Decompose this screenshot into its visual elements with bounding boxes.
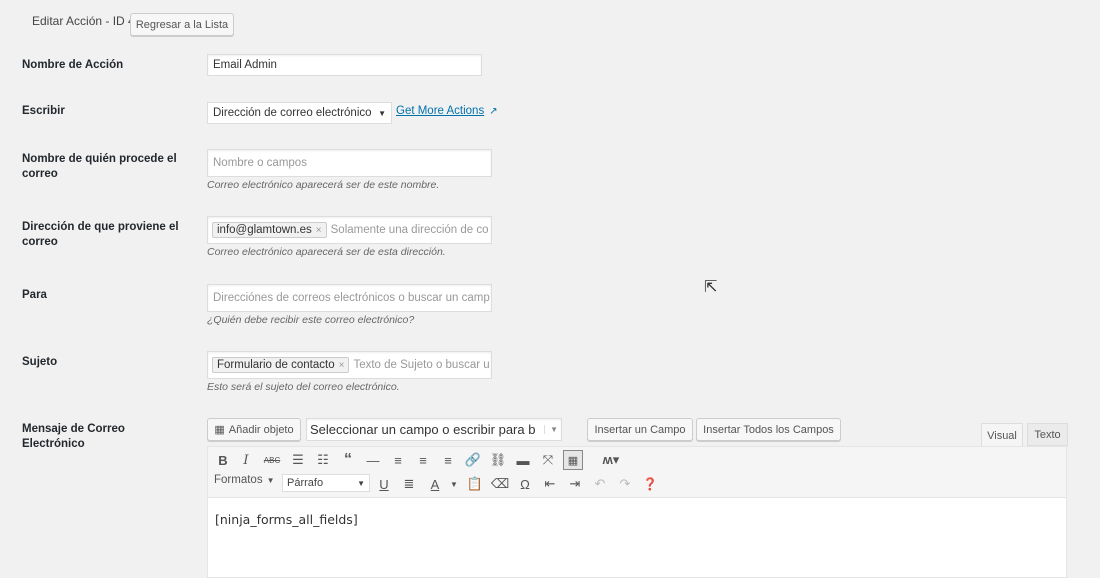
chevron-down-icon: ▼	[266, 475, 275, 485]
chevron-down-icon: ▼	[378, 108, 386, 118]
field-search-value: Seleccionar un campo o escribir para b	[310, 422, 536, 437]
tab-text[interactable]: Texto	[1027, 423, 1068, 446]
external-link-icon: ↗	[489, 105, 498, 117]
link-icon[interactable]: 🔗	[464, 451, 482, 469]
to-input[interactable]: Direcciónes de correos electrónicos o bu…	[207, 284, 492, 312]
from-address-tag-label: info@glamtown.es	[217, 224, 312, 236]
paragraph-select[interactable]: Párrafo ▼	[282, 474, 370, 492]
indent-icon[interactable]: ⇥	[566, 475, 584, 493]
from-name-label: Nombre de quién procede el correo	[22, 153, 177, 180]
ninja-forms-icon[interactable]: ʍ▾	[597, 451, 625, 469]
undo-icon[interactable]: ↶	[591, 475, 609, 493]
text-color-icon[interactable]: A	[426, 475, 444, 493]
justify-icon[interactable]: ≣	[400, 475, 418, 493]
fullscreen-icon[interactable]: ⤧	[539, 451, 557, 469]
chevron-down-icon: ▼	[544, 425, 558, 434]
subject-label: Sujeto	[22, 356, 58, 368]
message-label: Mensaje de Correo Electrónico	[22, 423, 125, 450]
media-icon: ▦	[214, 424, 225, 436]
from-address-input[interactable]: info@glamtown.es × Solamente una direcci…	[207, 216, 492, 244]
special-character-icon[interactable]: Ω	[516, 475, 534, 493]
type-label: Escribir	[22, 105, 65, 117]
chevron-down-icon: ▼	[357, 478, 365, 488]
subject-tag-label: Formulario de contacto	[217, 359, 335, 371]
toolbar-toggle-icon[interactable]: ▦	[563, 450, 583, 470]
read-more-icon[interactable]: ▬	[514, 451, 532, 469]
to-placeholder: Direcciónes de correos electrónicos o bu…	[213, 292, 490, 304]
formats-dropdown[interactable]: Formatos ▼	[214, 474, 275, 486]
clear-formatting-icon[interactable]: ⌫	[491, 475, 509, 493]
remove-tag-icon[interactable]: ×	[316, 225, 322, 236]
subject-input[interactable]: Formulario de contacto × Texto de Sujeto…	[207, 351, 492, 379]
align-center-icon[interactable]: ≡	[414, 451, 432, 469]
add-media-button[interactable]: ▦ Añadir objeto	[207, 418, 301, 441]
subject-placeholder: Texto de Sujeto o buscar u	[353, 359, 490, 371]
mouse-cursor-icon: ⇱	[704, 279, 718, 296]
help-icon[interactable]: ❓	[641, 475, 659, 493]
formats-label: Formatos	[214, 474, 263, 486]
chevron-down-icon[interactable]: ▼	[445, 475, 463, 493]
bold-icon[interactable]: B	[214, 451, 232, 469]
insert-all-fields-button[interactable]: Insertar Todos los Campos	[696, 418, 841, 441]
unlink-icon[interactable]: ⛓	[489, 451, 507, 469]
underline-icon[interactable]: U	[375, 475, 393, 493]
from-address-description: Correo electrónico aparecerá ser de esta…	[207, 246, 446, 258]
editor-content[interactable]: [ninja_forms_all_fields]	[207, 498, 1067, 578]
horizontal-line-icon[interactable]: —	[364, 451, 382, 469]
from-address-tag[interactable]: info@glamtown.es ×	[212, 222, 327, 238]
from-address-label: Dirección de que proviene el correo	[22, 221, 179, 248]
editor-toolbar: B I ABC ☰ ☷ “ — ≡ ≡ ≡ 🔗 ⛓ ▬ ⤧ ▦ ʍ▾ Forma…	[207, 446, 1067, 498]
outdent-icon[interactable]: ⇤	[541, 475, 559, 493]
align-right-icon[interactable]: ≡	[439, 451, 457, 469]
action-name-label: Nombre de Acción	[22, 59, 124, 71]
action-name-input[interactable]: Email Admin	[207, 54, 482, 76]
subject-tag[interactable]: Formulario de contacto ×	[212, 357, 350, 373]
to-description: ¿Quién debe recibir este correo electrón…	[207, 314, 415, 326]
blockquote-icon[interactable]: “	[339, 451, 357, 469]
get-more-actions-link[interactable]: Get More Actions	[396, 105, 484, 117]
type-select[interactable]: Dirección de correo electrónico ▼	[207, 102, 392, 124]
remove-tag-icon[interactable]: ×	[339, 360, 345, 371]
paste-text-icon[interactable]: 📋	[466, 475, 484, 493]
from-name-input[interactable]: Nombre o campos	[207, 149, 492, 177]
get-more-actions[interactable]: Get More Actions ↗	[396, 105, 498, 117]
italic-icon[interactable]: I	[237, 451, 255, 469]
paragraph-label: Párrafo	[287, 477, 324, 489]
add-media-label: Añadir objeto	[228, 423, 294, 436]
from-name-description: Correo electrónico aparecerá ser de este…	[207, 179, 440, 191]
from-name-placeholder: Nombre o campos	[213, 157, 307, 169]
back-to-list-button[interactable]: Regresar a la Lista	[130, 13, 234, 36]
subject-description: Esto será el sujeto del correo electróni…	[207, 381, 400, 393]
insert-field-button[interactable]: Insertar un Campo	[587, 418, 693, 441]
tab-visual[interactable]: Visual	[981, 423, 1023, 447]
numbered-list-icon[interactable]: ☷	[314, 451, 332, 469]
bullet-list-icon[interactable]: ☰	[289, 451, 307, 469]
from-address-placeholder: Solamente una dirección de co	[330, 224, 489, 236]
redo-icon[interactable]: ↷	[616, 475, 634, 493]
field-search-select[interactable]: Seleccionar un campo o escribir para b ▼	[306, 418, 562, 441]
align-left-icon[interactable]: ≡	[389, 451, 407, 469]
type-select-value: Dirección de correo electrónico	[213, 107, 372, 119]
to-label: Para	[22, 289, 47, 301]
page-title: Editar Acción - ID 4	[32, 14, 135, 28]
strikethrough-icon[interactable]: ABC	[263, 451, 281, 469]
